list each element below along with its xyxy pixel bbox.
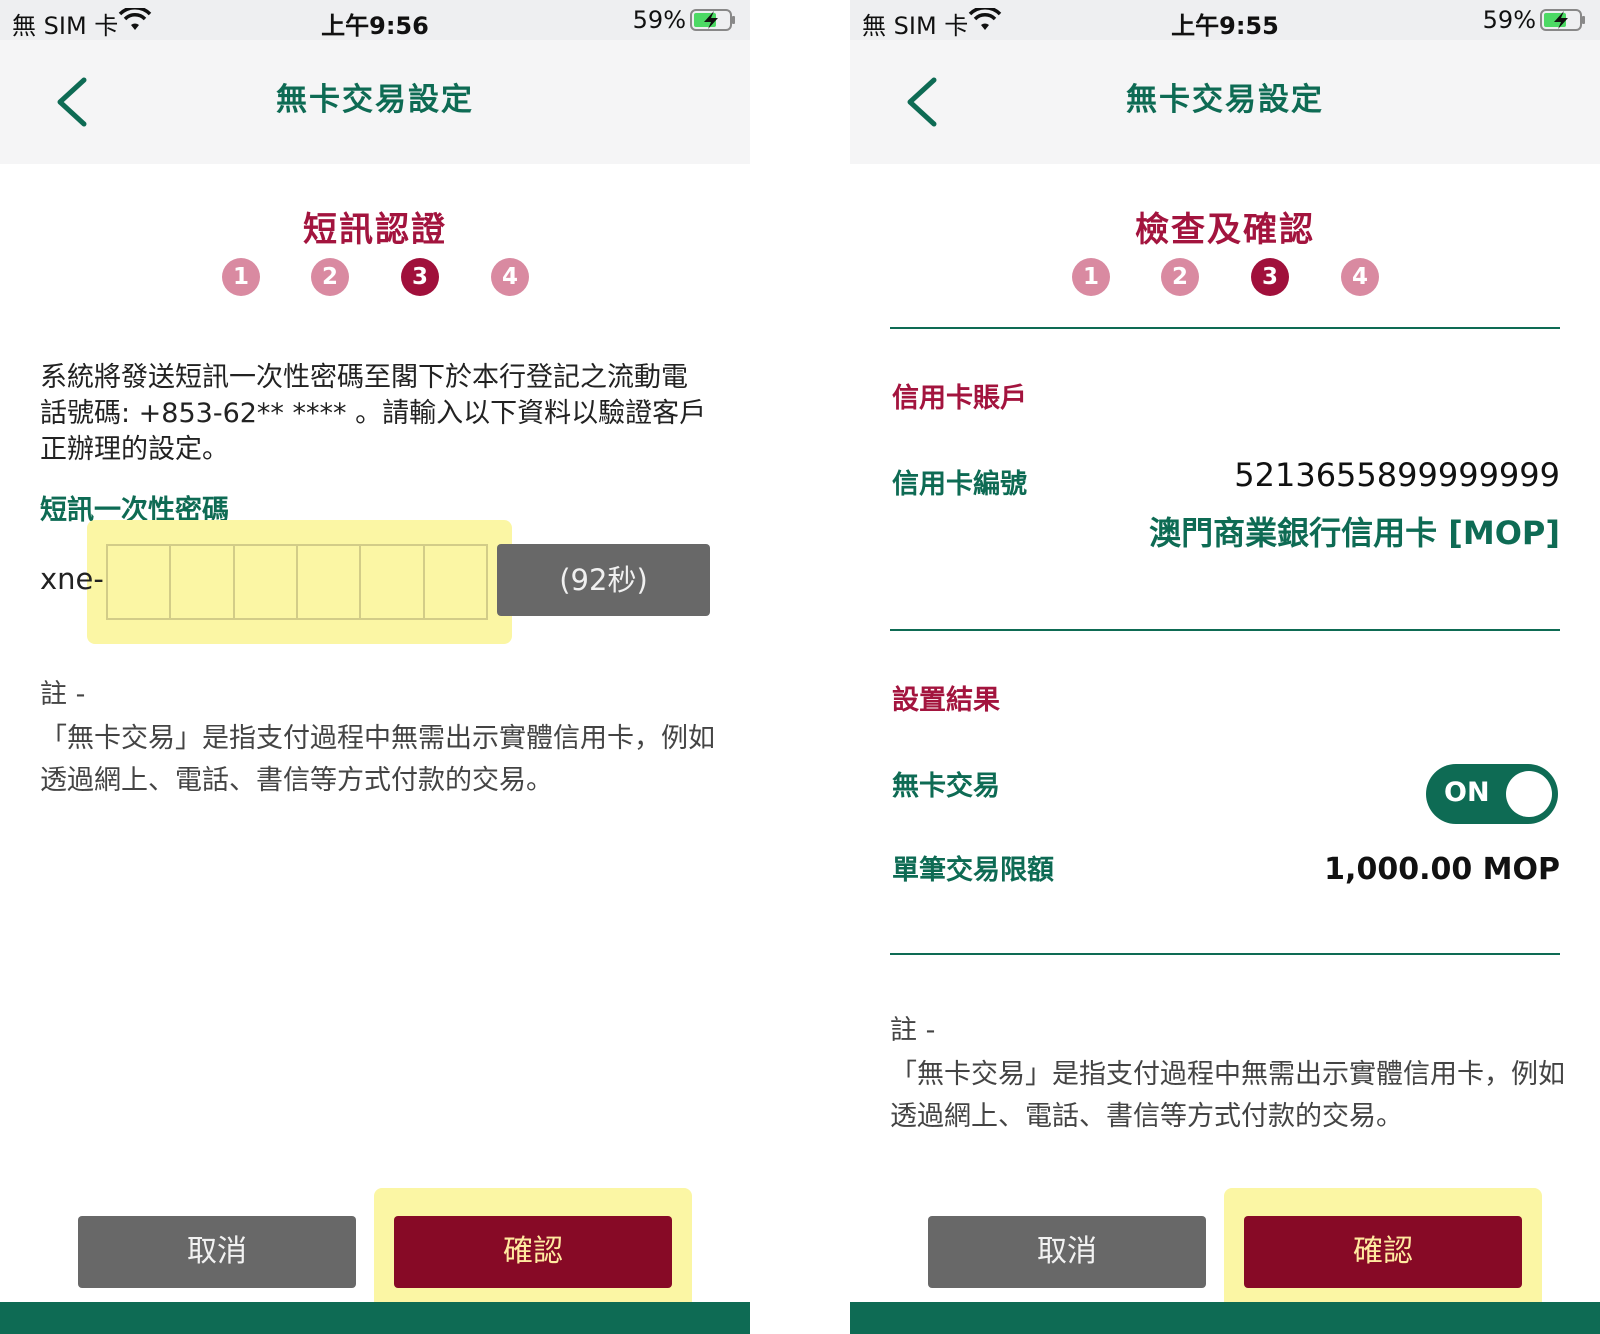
footer-bar: [0, 1302, 750, 1334]
step-4: 4: [1341, 258, 1379, 296]
status-bar: 無 SIM 卡 上午9:56 59%: [0, 0, 750, 40]
battery-percentage: 59%: [1482, 6, 1536, 34]
section-divider: [890, 953, 1560, 955]
note-text: 「無卡交易」是指支付過程中無需出示實體信用卡，例如透過網上、電話、書信等方式付款…: [890, 1059, 1565, 1132]
note-heading: 註 -: [40, 679, 86, 710]
section-setting-result: 設置結果: [892, 685, 1000, 716]
cardless-transaction-label: 無卡交易: [892, 771, 1000, 802]
otp-digit-3[interactable]: [235, 546, 298, 618]
phone-screen-sms-verification: 無 SIM 卡 上午9:56 59% 無卡交易設定 短訊認證 1 2 3 4 系…: [0, 0, 750, 1334]
cardless-transaction-toggle[interactable]: ON: [1426, 764, 1558, 824]
status-bar: 無 SIM 卡 上午9:55 59%: [850, 0, 1600, 40]
phone-screen-review-confirm: 無 SIM 卡 上午9:55 59% 無卡交易設定 檢查及確認 1 2 3 4 …: [850, 0, 1600, 1334]
battery-charging-icon: [690, 9, 735, 31]
step-indicator: 1 2 3 4: [850, 258, 1600, 298]
otp-digit-4[interactable]: [298, 546, 362, 618]
card-product-name: 澳門商業銀行信用卡 [MOP]: [1149, 514, 1560, 552]
step-title: 短訊認證: [303, 210, 447, 250]
step-2: 2: [311, 258, 349, 296]
note-heading: 註 -: [890, 1015, 936, 1046]
step-1: 1: [1072, 258, 1110, 296]
note-text: 「無卡交易」是指支付過程中無需出示實體信用卡，例如透過網上、電話、書信等方式付款…: [40, 723, 715, 796]
step-title: 檢查及確認: [1135, 210, 1315, 250]
card-number-label: 信用卡編號: [892, 469, 1027, 500]
confirm-button[interactable]: 確認: [1244, 1216, 1522, 1288]
navigation-bar: 無卡交易設定: [0, 40, 750, 164]
otp-digit-6[interactable]: [425, 546, 486, 618]
single-transaction-limit-label: 單筆交易限額: [892, 855, 1054, 886]
sms-instruction-text: 系統將發送短訊一次性密碼至閣下於本行登記之流動電話號碼: +853-62** *…: [40, 362, 707, 465]
section-credit-card-account: 信用卡賬戶: [892, 383, 1027, 414]
otp-digit-5[interactable]: [361, 546, 425, 618]
step-indicator: 1 2 3 4: [0, 258, 750, 298]
battery-percentage: 59%: [632, 6, 686, 34]
resend-otp-button[interactable]: (92秒): [497, 544, 710, 616]
otp-prefix: xne-: [40, 562, 104, 596]
page-title: 無卡交易設定: [276, 82, 474, 118]
confirm-button[interactable]: 確認: [394, 1216, 672, 1288]
step-3: 3: [1251, 258, 1289, 296]
step-3: 3: [401, 258, 439, 296]
single-transaction-limit-value: 1,000.00 MOP: [1324, 852, 1560, 887]
step-4: 4: [491, 258, 529, 296]
otp-digit-1[interactable]: [108, 546, 172, 618]
footer-bar: [850, 1302, 1600, 1334]
step-2: 2: [1161, 258, 1199, 296]
cancel-button[interactable]: 取消: [928, 1216, 1206, 1288]
card-number-value: 5213655899999999: [1234, 456, 1560, 494]
step-1: 1: [222, 258, 260, 296]
battery-charging-icon: [1540, 9, 1585, 31]
cancel-button[interactable]: 取消: [78, 1216, 356, 1288]
otp-digit-2[interactable]: [171, 546, 235, 618]
otp-input[interactable]: [106, 544, 488, 620]
toggle-state-label: ON: [1444, 777, 1490, 808]
toggle-knob: [1506, 771, 1552, 817]
section-divider: [890, 327, 1560, 329]
navigation-bar: 無卡交易設定: [850, 40, 1600, 164]
page-title: 無卡交易設定: [1126, 82, 1324, 118]
section-divider: [890, 629, 1560, 631]
